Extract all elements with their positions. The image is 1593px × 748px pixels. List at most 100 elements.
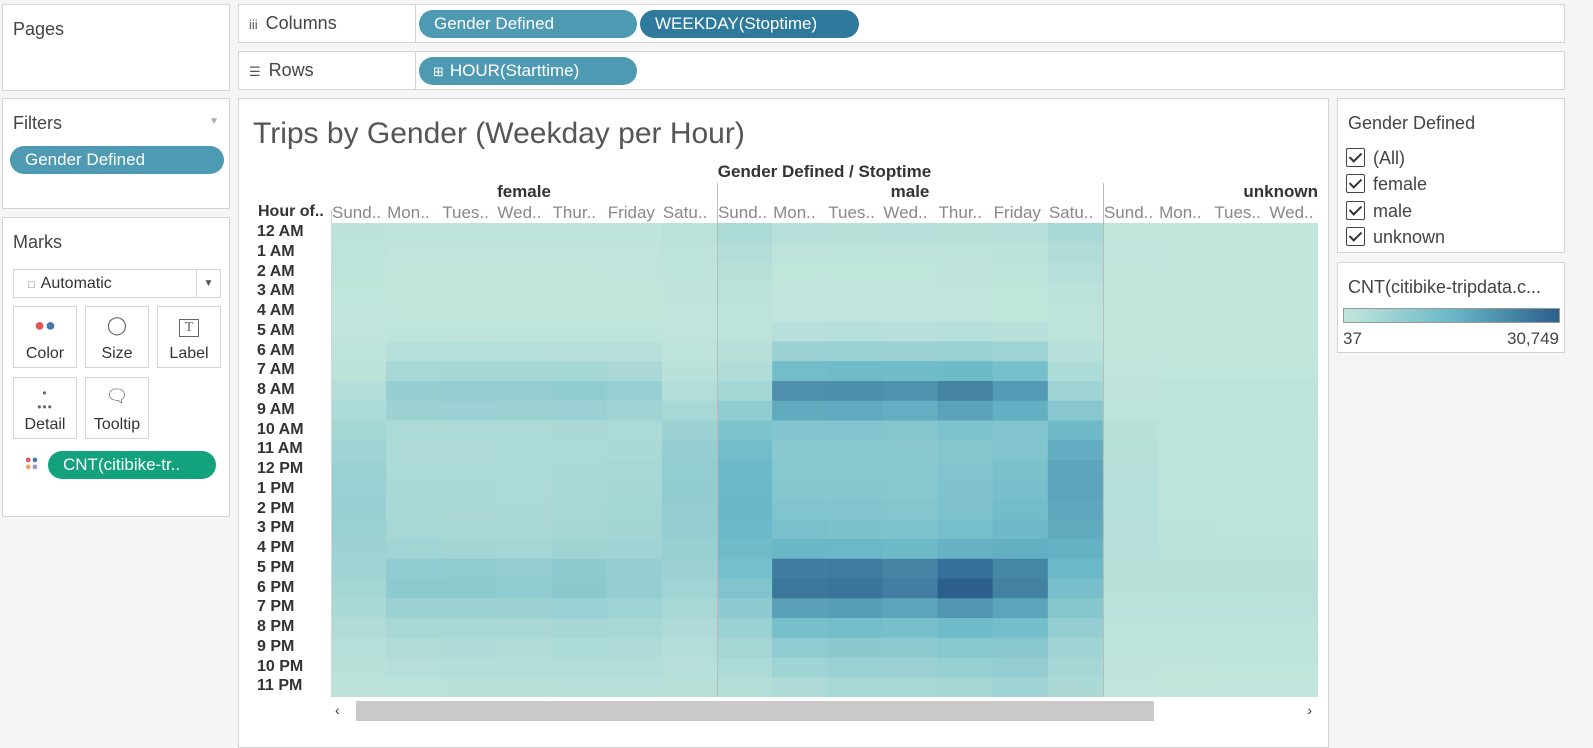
heatmap-cell[interactable] bbox=[441, 618, 497, 639]
heatmap-cell[interactable] bbox=[551, 321, 608, 342]
heatmap-cell[interactable] bbox=[772, 381, 828, 402]
heatmap-cell[interactable] bbox=[496, 262, 553, 283]
heatmap-cell[interactable] bbox=[331, 499, 387, 520]
heatmap-cell[interactable] bbox=[992, 637, 1049, 658]
heatmap-cell[interactable] bbox=[1158, 558, 1214, 579]
columns-pill-gender[interactable]: Gender Defined bbox=[419, 10, 637, 38]
heatmap-cell[interactable] bbox=[1158, 400, 1214, 421]
color-card[interactable]: ●● Color bbox=[13, 306, 77, 368]
scrollbar-thumb[interactable] bbox=[356, 701, 1154, 721]
heatmap-cell[interactable] bbox=[606, 302, 663, 323]
heatmap-cell[interactable] bbox=[661, 282, 718, 303]
heatmap-cell[interactable] bbox=[992, 598, 1049, 619]
heatmap-cell[interactable] bbox=[882, 519, 939, 540]
tooltip-card[interactable]: 🗨 Tooltip bbox=[85, 377, 149, 439]
heatmap-cell[interactable] bbox=[1213, 499, 1269, 520]
heatmap-cell[interactable] bbox=[551, 677, 608, 697]
columns-pill-weekday[interactable]: WEEKDAY(Stoptime) bbox=[640, 10, 859, 38]
heatmap-cell[interactable] bbox=[772, 637, 828, 658]
filter-option-male[interactable]: male bbox=[1346, 201, 1412, 222]
heatmap-cell[interactable] bbox=[827, 321, 883, 342]
heatmap-cell[interactable] bbox=[1268, 223, 1318, 244]
heatmap-cell[interactable] bbox=[772, 460, 828, 481]
heatmap-cell[interactable] bbox=[496, 460, 553, 481]
heatmap-cell[interactable] bbox=[331, 460, 387, 481]
heatmap-cell[interactable] bbox=[661, 539, 718, 560]
heatmap-cell[interactable] bbox=[1268, 578, 1318, 599]
heatmap-cell[interactable] bbox=[496, 341, 553, 362]
chevron-down-icon[interactable]: ▼ bbox=[196, 270, 220, 297]
heatmap-cell[interactable] bbox=[496, 302, 553, 323]
heatmap-cell[interactable] bbox=[1047, 341, 1104, 362]
heatmap-cell[interactable] bbox=[716, 242, 773, 263]
heatmap-cell[interactable] bbox=[827, 539, 883, 560]
heatmap-cell[interactable] bbox=[827, 499, 883, 520]
heatmap-cell[interactable] bbox=[827, 479, 883, 500]
heatmap-cell[interactable] bbox=[716, 420, 773, 441]
heatmap-cell[interactable] bbox=[496, 558, 553, 579]
heatmap-cell[interactable] bbox=[331, 558, 387, 579]
heatmap-cell[interactable] bbox=[386, 618, 442, 639]
heatmap-cell[interactable] bbox=[716, 519, 773, 540]
heatmap-cell[interactable] bbox=[551, 282, 608, 303]
heatmap-cell[interactable] bbox=[772, 479, 828, 500]
heatmap-cell[interactable] bbox=[551, 558, 608, 579]
heatmap-cell[interactable] bbox=[606, 223, 663, 244]
heatmap-cell[interactable] bbox=[606, 262, 663, 283]
heatmap-cell[interactable] bbox=[827, 262, 883, 283]
heatmap-cell[interactable] bbox=[441, 479, 497, 500]
heatmap-cell[interactable] bbox=[937, 460, 994, 481]
heatmap-cell[interactable] bbox=[882, 381, 939, 402]
heatmap-cell[interactable] bbox=[1268, 637, 1318, 658]
heatmap-cell[interactable] bbox=[551, 539, 608, 560]
heatmap-cell[interactable] bbox=[1047, 460, 1104, 481]
heatmap-cell[interactable] bbox=[1102, 381, 1159, 402]
heatmap-cell[interactable] bbox=[1213, 361, 1269, 382]
heatmap-cell[interactable] bbox=[772, 262, 828, 283]
heatmap-cell[interactable] bbox=[992, 262, 1049, 283]
heatmap-cell[interactable] bbox=[386, 637, 442, 658]
heatmap-cell[interactable] bbox=[606, 519, 663, 540]
heatmap-cell[interactable] bbox=[496, 677, 553, 697]
heatmap-cell[interactable] bbox=[992, 440, 1049, 461]
heatmap-cell[interactable] bbox=[827, 637, 883, 658]
heatmap-cell[interactable] bbox=[606, 657, 663, 678]
heatmap-cell[interactable] bbox=[1047, 657, 1104, 678]
heatmap-cell[interactable] bbox=[661, 400, 718, 421]
heatmap-cell[interactable] bbox=[992, 539, 1049, 560]
heatmap-cell[interactable] bbox=[1213, 657, 1269, 678]
heatmap-cell[interactable] bbox=[1047, 400, 1104, 421]
heatmap-cell[interactable] bbox=[716, 479, 773, 500]
heatmap-cell[interactable] bbox=[716, 637, 773, 658]
heatmap-cell[interactable] bbox=[992, 400, 1049, 421]
heatmap-cell[interactable] bbox=[1158, 519, 1214, 540]
heatmap-cell[interactable] bbox=[331, 677, 387, 697]
heatmap-cell[interactable] bbox=[441, 499, 497, 520]
heatmap-cell[interactable] bbox=[937, 262, 994, 283]
heatmap-cell[interactable] bbox=[386, 598, 442, 619]
heatmap-cell[interactable] bbox=[496, 361, 553, 382]
heatmap-cell[interactable] bbox=[496, 618, 553, 639]
heatmap-cell[interactable] bbox=[937, 440, 994, 461]
heatmap-cell[interactable] bbox=[937, 479, 994, 500]
heatmap-cell[interactable] bbox=[1102, 598, 1159, 619]
heatmap-cell[interactable] bbox=[551, 440, 608, 461]
heatmap-cell[interactable] bbox=[827, 558, 883, 579]
heatmap-cell[interactable] bbox=[496, 242, 553, 263]
heatmap-cell[interactable] bbox=[716, 282, 773, 303]
heatmap-cell[interactable] bbox=[551, 519, 608, 540]
heatmap-cell[interactable] bbox=[827, 361, 883, 382]
heatmap-cell[interactable] bbox=[937, 637, 994, 658]
heatmap-cell[interactable] bbox=[1268, 400, 1318, 421]
heatmap-cell[interactable] bbox=[1102, 282, 1159, 303]
heatmap-cell[interactable] bbox=[551, 400, 608, 421]
heatmap-cell[interactable] bbox=[1213, 223, 1269, 244]
heatmap-cell[interactable] bbox=[1158, 479, 1214, 500]
heatmap-cell[interactable] bbox=[1268, 519, 1318, 540]
heatmap-cell[interactable] bbox=[1102, 460, 1159, 481]
heatmap-cell[interactable] bbox=[606, 460, 663, 481]
heatmap-cell[interactable] bbox=[992, 558, 1049, 579]
heatmap-cell[interactable] bbox=[882, 578, 939, 599]
heatmap-cell[interactable] bbox=[1268, 657, 1318, 678]
heatmap-cell[interactable] bbox=[661, 578, 718, 599]
